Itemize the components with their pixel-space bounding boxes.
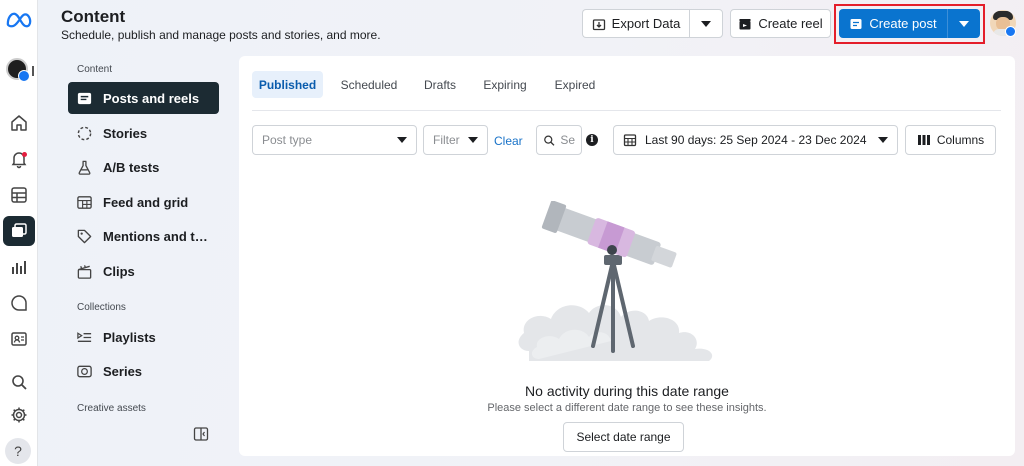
contact-card-icon[interactable] [3,324,35,354]
search-placeholder: Se [560,133,575,147]
sidebar-item-posts-and-reels[interactable]: Posts and reels [68,82,219,114]
sidebar-item-playlists[interactable]: Playlists [68,321,219,353]
select-date-range-button[interactable]: Select date range [563,422,684,452]
insights-icon[interactable] [3,252,35,282]
tab-published[interactable]: Published [252,71,323,98]
content-card: Published Scheduled Drafts Expiring Expi… [239,56,1015,456]
create-reel-button[interactable]: Create reel [730,9,831,38]
columns-icon [917,135,930,145]
info-icon[interactable]: i [586,134,598,146]
sidebar-item-label: Series [103,363,143,379]
collapse-sidebar-icon[interactable] [193,426,209,442]
content-icon[interactable] [3,216,35,246]
search-input[interactable]: Se [536,125,582,155]
page-title: Content [61,7,126,26]
chevron-down-icon [468,137,478,143]
sidebar-item-clips[interactable]: Clips [68,255,219,287]
notification-dot [22,152,27,157]
sidebar-section-collections: Collections [77,302,126,313]
sidebar-item-ab-tests[interactable]: A/B tests [68,151,219,183]
tab-expired[interactable]: Expired [546,71,604,98]
bell-icon[interactable] [3,144,35,174]
create-reel-label: Create reel [758,16,823,31]
clear-filters-link[interactable]: Clear [494,134,523,148]
date-range-picker[interactable]: Last 90 days: 25 Sep 2024 - 23 Dec 2024 [613,125,898,155]
home-icon[interactable] [3,108,35,138]
post-type-placeholder: Post type [262,133,313,147]
export-dropdown-button[interactable] [689,9,723,38]
sidebar-item-feed-and-grid[interactable]: Feed and grid [68,186,219,218]
sidebar-item-series[interactable]: Series [68,355,219,387]
tab-drafts[interactable]: Drafts [418,71,462,98]
content-tabs: Published Scheduled Drafts Expiring Expi… [252,71,1001,111]
columns-button[interactable]: Columns [905,125,996,155]
sidebar-section-creative-assets: Creative assets [77,403,146,414]
sidebar-item-label: Playlists [103,329,156,345]
series-icon [77,365,92,377]
filter-placeholder: Filter [433,133,460,147]
sidebar-item-mentions-and-tags[interactable]: Mentions and t… [68,220,219,252]
tab-expiring[interactable]: Expiring [474,71,536,98]
create-post-label: Create post [869,16,937,31]
chevron-down-icon [959,20,969,27]
playlist-icon [77,331,92,342]
sidebar-item-label: Posts and reels [103,90,200,106]
sidebar-item-stories[interactable]: Stories [68,117,219,149]
export-data-label: Export Data [611,16,681,31]
sidebar-item-label: Clips [103,263,135,279]
chevron-down-icon [701,20,711,27]
columns-label: Columns [936,133,985,147]
sidebar-section-content: Content [77,64,113,75]
post-type-select[interactable]: Post type [252,125,417,155]
stories-icon [77,126,92,140]
empty-state-title: No activity during this date range [525,383,729,399]
account-indicator [32,66,34,76]
post-icon [850,18,862,29]
telescope-illustration [518,201,713,361]
search-icon [544,134,555,146]
page-subtitle: Schedule, publish and manage posts and s… [61,28,381,42]
clapper-icon [77,264,92,279]
chat-icon[interactable] [3,288,35,318]
sidebar-item-label: Feed and grid [103,194,189,210]
export-icon [592,18,605,30]
meta-logo-icon[interactable] [5,10,33,30]
posts-icon [77,92,92,104]
account-switcher[interactable] [6,58,34,84]
search-icon[interactable] [3,367,35,397]
tag-icon [77,229,92,243]
clapper-icon [739,18,751,29]
grid-icon [77,195,92,209]
create-post-button[interactable]: Create post [839,9,947,38]
create-post-dropdown-button[interactable] [947,9,980,38]
tab-scheduled[interactable]: Scheduled [330,71,408,98]
chevron-down-icon [878,137,888,143]
sidebar-item-label: Stories [103,125,148,141]
table-icon[interactable] [3,180,35,210]
settings-icon[interactable] [3,400,35,430]
facebook-badge-icon [1005,26,1016,37]
flask-icon [78,160,91,175]
chevron-down-icon [397,137,407,143]
filter-select[interactable]: Filter [423,125,488,155]
facebook-badge-icon [18,70,30,82]
date-range-value: Last 90 days: 25 Sep 2024 - 23 Dec 2024 [645,133,867,147]
sidebar-item-label: Mentions and t… [103,228,208,244]
sidebar-item-label: A/B tests [103,159,160,175]
empty-state-subtitle: Please select a different date range to … [487,402,767,414]
app-rail: ? [0,0,38,466]
help-button[interactable]: ? [5,438,31,464]
export-data-button[interactable]: Export Data [582,9,689,38]
calendar-icon [623,134,637,147]
